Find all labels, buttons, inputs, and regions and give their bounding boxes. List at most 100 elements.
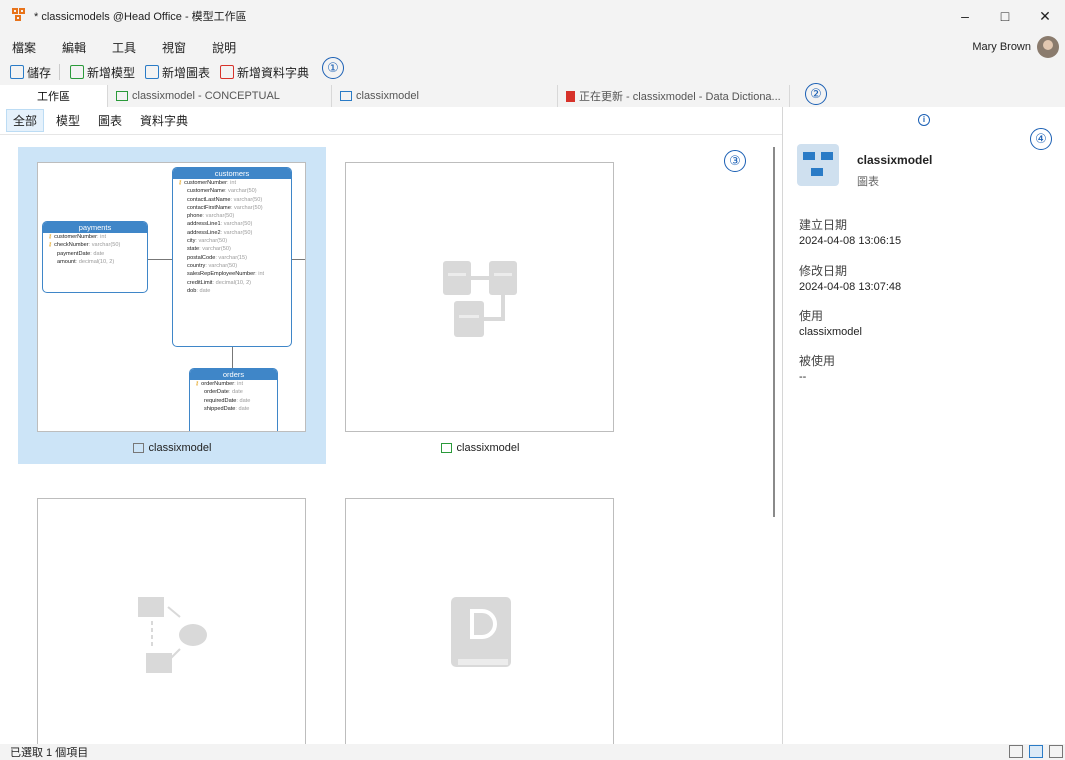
- er-field-type: : date: [236, 397, 251, 404]
- close-button[interactable]: ✕: [1025, 0, 1065, 32]
- er-field-name: orderNumber: [201, 381, 235, 387]
- er-field-type: : date: [196, 287, 211, 294]
- info-panel: i classixmodel 圖表 建立日期 2024-04-08 13:06:…: [783, 107, 1065, 744]
- new-diagram-icon: [145, 65, 160, 79]
- workspace-card-diagram[interactable]: payments ⚷ customerNumber: int ⚷ checkNumbe…: [18, 147, 326, 464]
- er-field-type: : varchar(50): [220, 221, 253, 228]
- new-model-button[interactable]: 新增模型: [70, 64, 135, 81]
- tab-conceptual-model[interactable]: classixmodel - CONCEPTUAL: [108, 85, 332, 107]
- er-field-name: postalCode: [187, 254, 216, 261]
- data-dictionary-placeholder-icon: [451, 597, 511, 667]
- er-field-name: customerName: [187, 188, 225, 195]
- filter-all[interactable]: 全部: [6, 109, 45, 132]
- menu-edit[interactable]: 編輯: [62, 39, 86, 56]
- er-field-name: paymentDate: [57, 250, 91, 257]
- tab-diagram[interactable]: classixmodel: [332, 85, 558, 107]
- er-field-type: : varchar(50): [205, 262, 238, 269]
- er-field-type: : int: [227, 180, 237, 186]
- callout-2: ②: [805, 83, 827, 105]
- user-account[interactable]: Mary Brown: [972, 34, 1065, 60]
- info-pane-toggle-icon[interactable]: [1049, 745, 1063, 758]
- model-thumbnail: [345, 162, 614, 432]
- er-field-name: dob: [187, 287, 197, 294]
- modified-date-label: 修改日期: [799, 264, 848, 278]
- menu-tools[interactable]: 工具: [112, 39, 136, 56]
- er-table-title: orders: [190, 369, 277, 380]
- new-dictionary-icon: [220, 65, 235, 79]
- card-label-text: classixmodel: [456, 442, 520, 454]
- workspace-card-conceptual[interactable]: [18, 479, 326, 760]
- status-bar: 已選取 1 個項目: [0, 744, 1065, 760]
- used-by-value: --: [799, 371, 807, 383]
- callout-1: ①: [322, 57, 344, 79]
- er-field-name: checkNumber: [54, 242, 89, 249]
- filter-models[interactable]: 模型: [50, 110, 86, 131]
- user-name: Mary Brown: [972, 41, 1031, 53]
- er-field-row: ⚷ customerNumber: int: [173, 179, 291, 187]
- diagram-icon: [340, 91, 352, 101]
- menu-help[interactable]: 說明: [212, 39, 236, 56]
- workspace-card-data-dictionary[interactable]: [326, 479, 634, 760]
- save-icon: [10, 65, 24, 79]
- er-field-type: : date: [90, 250, 105, 257]
- window-title: * classicmodels @Head Office - 模型工作區: [34, 11, 247, 23]
- object-type: 圖表: [857, 176, 879, 188]
- workspace-scrollbar[interactable]: [773, 147, 775, 517]
- key-icon: ⚷: [178, 180, 183, 186]
- er-field-name: customerNumber: [184, 180, 228, 186]
- menu-file[interactable]: 檔案: [12, 39, 36, 56]
- diagram-thumbnail: payments ⚷ customerNumber: int ⚷ checkNumbe…: [37, 162, 306, 432]
- er-field-row: orderDate: date: [190, 388, 277, 396]
- new-dictionary-button[interactable]: 新增資料字典: [220, 64, 309, 81]
- menu-window[interactable]: 視窗: [162, 39, 186, 56]
- list-view-icon[interactable]: [1009, 745, 1023, 758]
- info-icon[interactable]: i: [918, 114, 930, 126]
- tab-dictionary-label: 正在更新 - classixmodel - Data Dictiona...: [579, 91, 781, 103]
- diagram-large-icon: [797, 144, 839, 186]
- conceptual-placeholder-icon: [138, 597, 207, 673]
- er-field-name: orderDate: [204, 389, 229, 396]
- workspace-card-model[interactable]: classixmodel: [326, 147, 634, 464]
- er-field-row: postalCode: varchar(15): [173, 254, 291, 262]
- er-field-type: : varchar(15): [215, 254, 248, 261]
- tab-workspace[interactable]: 工作區: [0, 85, 108, 107]
- filter-diagrams[interactable]: 圖表: [92, 110, 128, 131]
- er-relationship-line: [232, 347, 233, 368]
- er-field-type: : varchar(50): [230, 196, 263, 203]
- modified-date-value: 2024-04-08 13:07:48: [799, 281, 902, 293]
- er-field-row: ⚷ orderNumber: int: [190, 380, 277, 388]
- filter-data-dictionaries[interactable]: 資料字典: [134, 110, 194, 131]
- er-table-customers: customers ⚷ customerNumber: int customerNa…: [172, 167, 292, 347]
- uses-value: classixmodel: [799, 326, 862, 338]
- er-table-title: payments: [43, 222, 147, 233]
- save-button[interactable]: 儲存: [10, 64, 51, 81]
- avatar[interactable]: [1037, 36, 1059, 58]
- er-field-row: phone: varchar(50): [173, 212, 291, 220]
- er-field-row: creditLimit: decimal(10, 2): [173, 279, 291, 287]
- er-field-row: salesRepEmployeeNumber: int: [173, 270, 291, 278]
- new-diagram-label: 新增圖表: [162, 65, 211, 80]
- filter-bar: 全部 模型 圖表 資料字典: [0, 107, 784, 135]
- callout-3: ③: [724, 150, 746, 172]
- er-field-type: : varchar(50): [88, 242, 121, 249]
- er-field-name: addressLine1: [187, 221, 221, 228]
- er-relationship-line: [148, 259, 172, 260]
- tab-diagram-label: classixmodel: [356, 90, 419, 102]
- object-name: classixmodel: [857, 153, 933, 167]
- er-field-name: country: [187, 262, 206, 269]
- grid-view-icon[interactable]: [1029, 745, 1043, 758]
- data-dictionary-icon: [566, 90, 575, 102]
- new-diagram-button[interactable]: 新增圖表: [145, 64, 210, 81]
- er-field-row: state: varchar(50): [173, 245, 291, 253]
- app-logo-icon: [12, 8, 28, 24]
- er-field-name: customerNumber: [54, 234, 98, 240]
- minimize-button[interactable]: –: [945, 0, 985, 32]
- key-icon: ⚷: [48, 234, 53, 240]
- key-icon: ⚷: [48, 242, 53, 249]
- tab-data-dictionary[interactable]: 正在更新 - classixmodel - Data Dictiona...: [558, 85, 790, 107]
- used-by-label: 被使用: [799, 354, 836, 368]
- er-field-row: contactLastName: varchar(50): [173, 196, 291, 204]
- er-field-row: addressLine2: varchar(50): [173, 229, 291, 237]
- maximize-button[interactable]: □: [985, 0, 1025, 32]
- er-field-type: : date: [228, 389, 243, 396]
